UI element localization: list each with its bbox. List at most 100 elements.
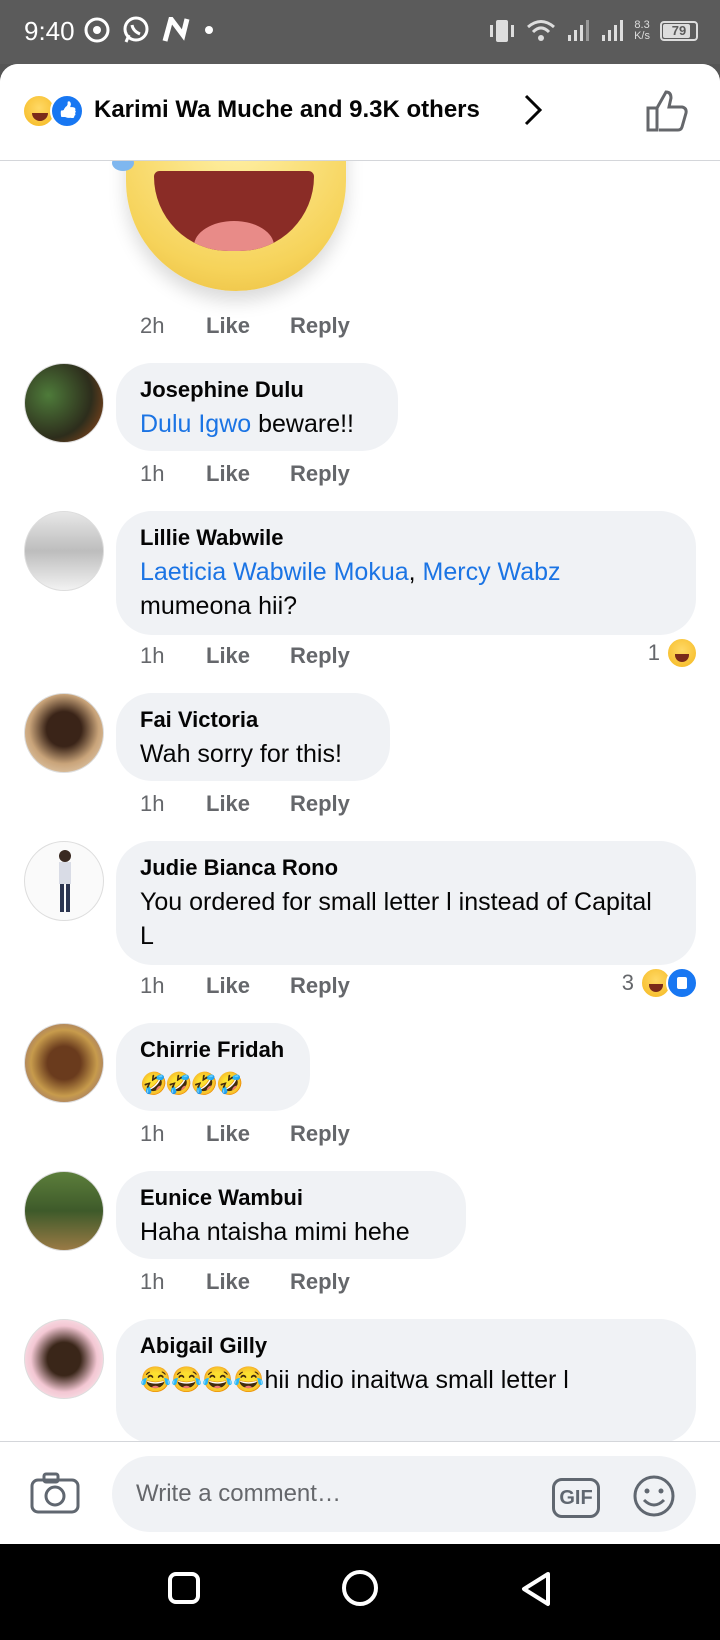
comments-sheet: Karimi Wa Muche and 9.3K others 2h Like … (0, 64, 720, 1544)
reaction-count: 3 (621, 970, 634, 995)
person-figure (59, 850, 71, 912)
reply-link[interactable]: Reply (290, 791, 350, 817)
reply-link[interactable]: Reply (290, 1121, 350, 1147)
comment-time: 1h (140, 973, 165, 998)
like-link[interactable]: Like (206, 791, 290, 817)
comment-text: Haha ntaisha mimi hehe (140, 1218, 410, 1246)
battery-icon: 79 (660, 21, 698, 41)
comment-bubble[interactable]: Abigail Gilly 😂😂😂😂hii ndio inaitwa small… (116, 1319, 696, 1441)
comment-author[interactable]: Fai Victoria (140, 707, 366, 733)
battery-level: 79 (671, 23, 687, 38)
reply-link[interactable]: Reply (290, 313, 350, 339)
comment-time: 1h (140, 1121, 165, 1146)
like-link[interactable]: Like (206, 1121, 290, 1147)
thumbs-up-icon[interactable] (644, 88, 690, 134)
comment-author[interactable]: Judie Bianca Rono (140, 855, 672, 881)
comment-text: 🤣🤣🤣🤣 (140, 1071, 244, 1096)
status-bar: 9:40 8.3 K/s 79 (0, 0, 720, 64)
comment-text: Wah sorry for this! (140, 740, 342, 768)
avatar[interactable] (24, 693, 104, 773)
comment-bubble[interactable]: Judie Bianca Rono You ordered for small … (116, 841, 696, 965)
comment-time: 1h (140, 643, 165, 668)
comment-input-placeholder: Write a comment… (136, 1480, 341, 1507)
n-app-icon (162, 17, 190, 42)
smiley-icon[interactable] (632, 1474, 676, 1518)
avatar[interactable] (24, 1171, 104, 1251)
comment-actions: 1h Like Reply (140, 1121, 350, 1147)
sticker-mouth (154, 171, 314, 251)
comment-text: Dulu Igwo beware!! (140, 407, 374, 441)
reactions-summary[interactable]: Karimi Wa Muche and 9.3K others (94, 96, 480, 124)
avatar[interactable] (24, 511, 104, 591)
signal-icon (568, 20, 590, 41)
comment-reactions[interactable]: 1 (648, 637, 698, 669)
comment-actions: 2h Like Reply (140, 313, 350, 339)
header-reactions (22, 94, 84, 128)
system-icons: 8.3 K/s 79 (488, 18, 698, 44)
comment-text: Laeticia Wabwile Mokua, Mercy Wabz mumeon… (140, 555, 672, 623)
comment-bubble[interactable]: Fai Victoria Wah sorry for this! (116, 693, 390, 781)
mention-link[interactable]: Mercy Wabz (423, 558, 561, 586)
comment-text-rest: beware!! (251, 410, 355, 438)
comment-author[interactable]: Josephine Dulu (140, 377, 374, 403)
comment-reactions[interactable]: 3 (622, 967, 698, 999)
comment-text: 😂😂😂😂hii ndio inaitwa small letter l (140, 1366, 569, 1394)
comment-bubble[interactable]: Josephine Dulu Dulu Igwo beware!! (116, 363, 398, 451)
dot-icon (205, 26, 213, 34)
like-link[interactable]: Like (206, 1269, 290, 1295)
like-link[interactable]: Like (206, 461, 290, 487)
comment-author[interactable]: Chirrie Fridah (140, 1037, 286, 1063)
comment-bubble[interactable]: Eunice Wambui Haha ntaisha mimi hehe (116, 1171, 466, 1259)
comments-list[interactable]: 2h Like Reply Josephine Dulu Dulu Igwo b… (0, 161, 720, 1441)
comment-time: 1h (140, 791, 165, 816)
avatar[interactable] (24, 841, 104, 921)
notification-icons (84, 16, 214, 44)
like-link[interactable]: Like (206, 313, 290, 339)
like-link[interactable]: Like (206, 973, 290, 999)
comment-text: You ordered for small letter l instead o… (140, 888, 652, 950)
comment-time: 2h (140, 313, 165, 338)
reply-link[interactable]: Reply (290, 643, 350, 669)
reply-link[interactable]: Reply (290, 1269, 350, 1295)
comment-author[interactable]: Lillie Wabwile (140, 525, 672, 551)
network-speed-unit: K/s (634, 30, 650, 42)
chrome-icon (84, 17, 110, 43)
chevron-right-icon[interactable] (520, 90, 546, 130)
comment-text-rest: mumeona hii? (140, 592, 298, 620)
comment-author[interactable]: Eunice Wambui (140, 1185, 442, 1211)
reply-link[interactable]: Reply (290, 973, 350, 999)
comment-actions: 1h Like Reply (140, 791, 350, 817)
home-icon[interactable] (340, 1570, 380, 1610)
avatar[interactable] (24, 1319, 104, 1399)
comment-composer: Write a comment… GIF (0, 1441, 720, 1544)
system-nav-bar (0, 1544, 720, 1640)
network-speed: 8.3 K/s (634, 20, 650, 42)
comment-input[interactable]: Write a comment… GIF (112, 1456, 696, 1532)
comment-bubble[interactable]: Chirrie Fridah 🤣🤣🤣🤣 (116, 1023, 310, 1111)
laughing-sticker (126, 161, 346, 291)
like-link[interactable]: Like (206, 643, 290, 669)
recents-icon[interactable] (166, 1570, 202, 1606)
mention-link[interactable]: Dulu Igwo (140, 410, 251, 438)
comment-author[interactable]: Abigail Gilly (140, 1333, 672, 1359)
vibrate-icon (490, 20, 515, 42)
camera-icon[interactable] (30, 1472, 80, 1514)
reactions-header[interactable]: Karimi Wa Muche and 9.3K others (0, 64, 720, 161)
comment-actions: 1h Like Reply (140, 973, 350, 999)
reply-link[interactable]: Reply (290, 461, 350, 487)
comment-time: 1h (140, 1269, 165, 1294)
mention-separator: , (408, 558, 423, 586)
avatar[interactable] (24, 363, 104, 443)
signal-icon (602, 20, 624, 41)
status-time: 9:40 (24, 16, 75, 46)
avatar[interactable] (24, 1023, 104, 1103)
back-icon[interactable] (518, 1570, 554, 1608)
comment-bubble[interactable]: Lillie Wabwile Laeticia Wabwile Mokua, M… (116, 511, 696, 635)
reaction-count: 1 (647, 640, 660, 665)
mention-link[interactable]: Laeticia Wabwile Mokua (140, 558, 409, 586)
like-icon (50, 94, 84, 128)
comment-actions: 1h Like Reply (140, 461, 350, 487)
whatsapp-icon (123, 16, 149, 43)
comment-time: 1h (140, 461, 165, 486)
gif-button[interactable]: GIF (552, 1478, 600, 1518)
